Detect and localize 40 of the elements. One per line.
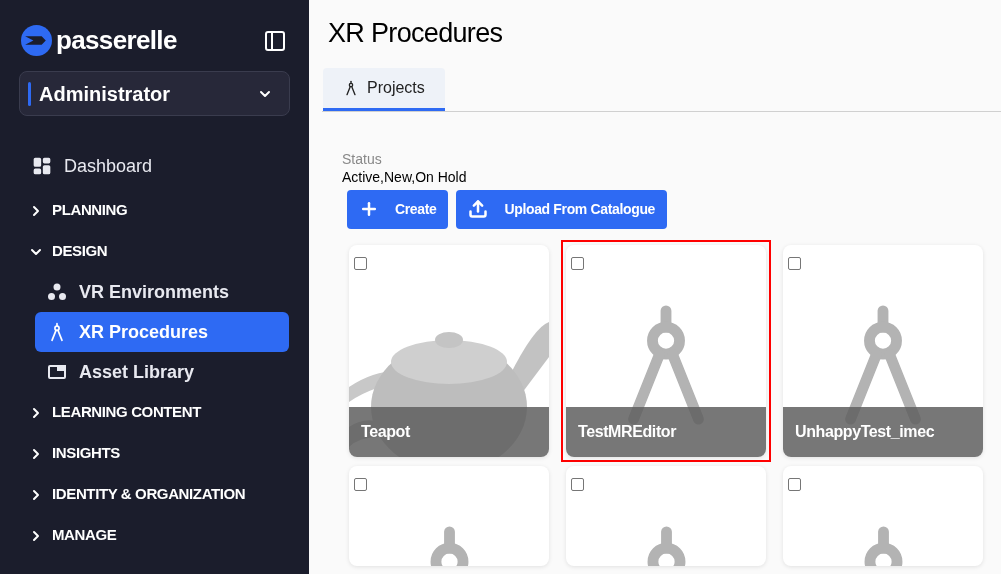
checkbox[interactable] — [571, 477, 584, 491]
three-dots-icon — [47, 282, 67, 302]
checkbox[interactable] — [571, 256, 584, 270]
accent-bar — [28, 81, 31, 106]
nav-link[interactable]: VR Environments — [35, 272, 289, 312]
role-select[interactable]: Administrator — [19, 71, 290, 116]
sidebar-toggle-icon[interactable] — [263, 28, 287, 53]
page-title: XR Procedures — [328, 17, 504, 50]
checkbox[interactable] — [788, 477, 801, 491]
nav-section[interactable]: PLANNING — [0, 190, 128, 231]
nav-section[interactable]: INSIGHTS — [0, 433, 120, 474]
card-title: Teapot — [361, 421, 410, 442]
nav-link[interactable]: Dashboard — [20, 146, 289, 186]
card-title: TestMREditor — [578, 421, 676, 442]
nav-section[interactable]: LEARNING CONTENT — [0, 392, 201, 433]
role-value: Administrator — [39, 81, 171, 107]
plus-icon — [359, 199, 379, 219]
brand-name: passerelle — [56, 24, 177, 57]
upload-icon — [468, 199, 489, 219]
filter-label: Status — [342, 149, 383, 168]
checkbox[interactable] — [354, 477, 367, 491]
checkbox[interactable] — [788, 256, 801, 270]
project-card[interactable]: Teapot — [349, 244, 549, 457]
compass-icon — [343, 79, 359, 96]
filter-value: Active,New,On Hold — [342, 167, 468, 186]
checkbox[interactable] — [354, 256, 367, 270]
project-card[interactable]: TestMREditor — [566, 244, 766, 457]
nav-link[interactable]: Asset Library — [35, 352, 289, 392]
window-icon — [47, 362, 67, 382]
nav-section[interactable]: MANAGE — [0, 515, 117, 556]
nav-link[interactable]: XR Procedures — [35, 312, 289, 352]
tab[interactable]: Projects — [323, 67, 445, 111]
project-card[interactable]: UnhappyTest_imec — [783, 244, 983, 457]
action-button[interactable]: Create — [347, 189, 449, 229]
logo-icon — [21, 25, 52, 56]
card-title: UnhappyTest_imec — [795, 421, 935, 442]
action-button[interactable]: Upload From Catalogue — [456, 189, 668, 229]
dashboard-icon — [32, 156, 52, 176]
nav-section[interactable]: DESIGN — [0, 231, 108, 272]
nav-section[interactable]: IDENTITY & ORGANIZATION — [0, 474, 246, 515]
